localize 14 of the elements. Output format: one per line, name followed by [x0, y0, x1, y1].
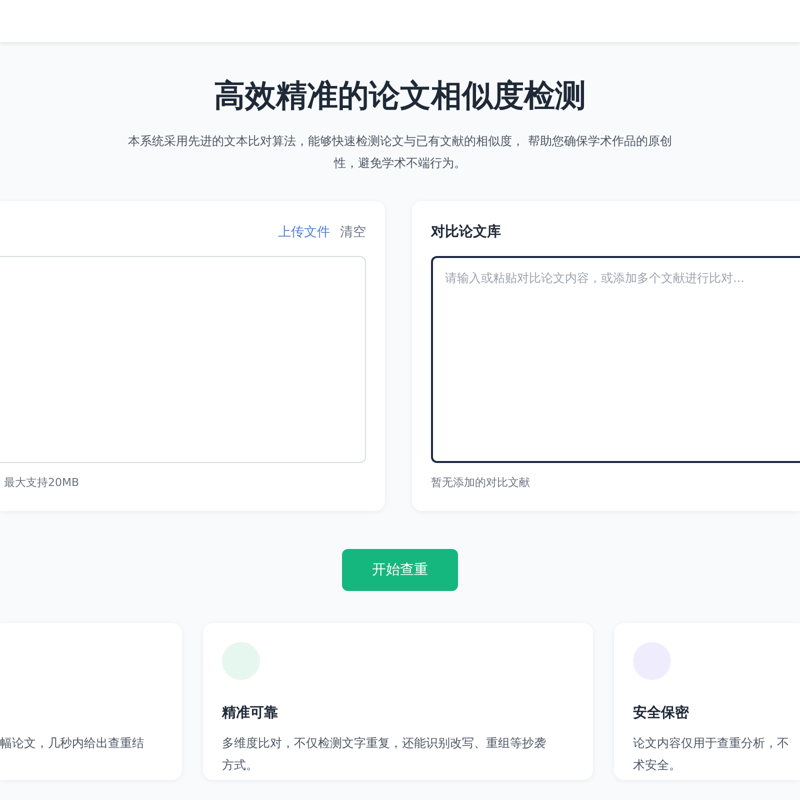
page-subtitle: 本系统采用先进的文本比对算法，能够快速检测论文与已有文献的相似度， 帮助您确保学术作品的原创性，避免学术不端行为。 [128, 133, 672, 172]
toolbar-link[interactable]: 上传文件 [278, 223, 330, 241]
feature-description: 幅论文，几秒内给出查重结 [0, 735, 145, 752]
start-button[interactable]: 开始查重 [342, 549, 458, 591]
page-title: 高效精准的论文相似度检测 [213, 77, 587, 116]
hint-text: 最大支持20MB [3, 475, 80, 490]
toolbar-link[interactable]: 清空 [340, 223, 366, 241]
feature-description: 论文内容仅用于查重分析，不 术安全。 [633, 735, 790, 774]
feature-title: 精准可靠 [222, 704, 279, 723]
feature-title: 安全保密 [633, 704, 690, 723]
card-title: 对比论文库 [431, 222, 502, 242]
text-input[interactable]: 请输入或粘贴对比论文内容，或添加多个文献进行比对... [431, 256, 800, 463]
hint-text: 暂无添加的对比文献 [431, 475, 531, 490]
feature-description: 多维度比对，不仅检测文字重复，还能识别改写、重组等抄袭 方式。 [222, 735, 547, 774]
